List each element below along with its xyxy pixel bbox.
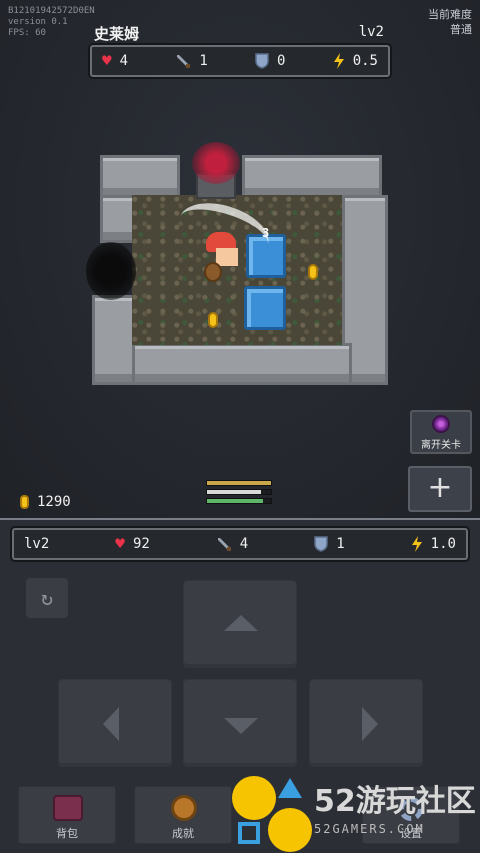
refresh-button[interactable]: ↻	[26, 578, 68, 618]
player-speed-value: 1.0	[430, 536, 456, 552]
arrow-right-icon	[362, 707, 378, 741]
exit-level-button[interactable]: 离开关卡	[410, 410, 472, 454]
player-defense-value: 1	[336, 536, 345, 552]
hero-face	[216, 248, 238, 266]
bag-icon	[53, 795, 83, 821]
player-status-bars	[206, 480, 272, 507]
difficulty-value: 普通	[450, 23, 472, 36]
coin-icon	[20, 495, 29, 509]
enemy-speed-value: 0.5	[352, 53, 378, 69]
enemy-hp-value: 4	[119, 53, 129, 69]
player-hp-value: 92	[132, 536, 150, 552]
player-level: lv2	[24, 536, 50, 552]
black-smoke-effect	[86, 242, 136, 300]
exit-level-label: 离开关卡	[421, 440, 461, 451]
tab-bag[interactable]: 背包	[18, 786, 116, 844]
debug-info: B12101942572D0EN version 0.1 FPS: 60	[8, 6, 95, 39]
player-defense-stat: 1	[314, 536, 345, 552]
status-bar	[206, 498, 272, 504]
watermark-triangle-icon	[278, 778, 302, 798]
enemy-level: lv2	[358, 24, 384, 40]
dpad-up-button[interactable]	[183, 580, 297, 668]
gold-counter: 1290	[20, 494, 71, 510]
watermark-square-icon	[238, 822, 260, 844]
enemy-name: 史莱姆	[94, 25, 140, 43]
enemy-defense-stat: 0	[255, 53, 285, 69]
arrow-down-icon	[224, 718, 258, 734]
hero-shield	[204, 262, 222, 282]
coin-pickup	[308, 264, 318, 280]
player-stats-bar: lv2 ♥ 92 4 1 1.0	[12, 528, 468, 560]
add-button[interactable]: +	[408, 466, 472, 512]
watermark-circle-icon	[232, 776, 276, 820]
watermark-brand-number: 52	[314, 784, 356, 819]
dpad-right-button[interactable]	[309, 679, 423, 767]
status-bar	[206, 489, 272, 495]
wall-top-left	[100, 155, 180, 199]
wall-top-right	[242, 155, 382, 199]
difficulty-indicator: 当前难度 普通	[428, 7, 472, 37]
game-area: B12101942572D0EN version 0.1 FPS: 60 当前难…	[0, 0, 480, 518]
ice-block-lower	[244, 286, 286, 330]
enemy-speed-stat: 0.5	[333, 53, 378, 69]
fps-counter: FPS: 60	[8, 28, 46, 38]
shield-icon	[255, 53, 269, 69]
enemy-attack-stat: 1	[175, 53, 208, 69]
difficulty-label: 当前难度	[428, 8, 472, 21]
enemy-defense-value: 0	[277, 53, 286, 69]
arrow-up-icon	[224, 615, 258, 631]
bolt-icon	[411, 536, 422, 552]
version-text: version 0.1	[8, 17, 68, 27]
sword-icon	[217, 538, 231, 551]
wall-bottom	[132, 343, 352, 385]
status-bar-fill	[207, 499, 264, 503]
coin-pickup	[208, 312, 218, 328]
player-hp-stat: ♥ 92	[115, 534, 150, 553]
medal-icon	[171, 795, 197, 821]
dpad-left-button[interactable]	[58, 679, 172, 767]
portal-icon	[432, 415, 450, 433]
refresh-icon: ↻	[40, 586, 54, 610]
heart-icon: ♥	[102, 51, 112, 70]
enemy-stats-bar: ♥ 4 1 0 0.5	[90, 45, 390, 77]
bolt-icon	[333, 53, 344, 69]
player-speed-stat: 1.0	[411, 536, 456, 552]
gold-amount: 1290	[37, 494, 71, 510]
status-bar	[206, 480, 272, 486]
build-id: B12101942572D0EN	[8, 6, 95, 16]
enemy-attack-value: 1	[199, 53, 208, 69]
status-bar-fill	[207, 490, 262, 494]
tab-achievements-label: 成就	[172, 827, 194, 840]
sword-icon	[177, 55, 191, 68]
watermark-brand-text: 游玩社区	[355, 784, 476, 819]
enemy-hp-stat: ♥ 4	[102, 51, 129, 70]
red-smoke-effect	[192, 142, 240, 184]
heart-icon: ♥	[115, 534, 125, 553]
dpad-down-button[interactable]	[183, 679, 297, 767]
dungeon-room	[92, 155, 388, 391]
player-attack-value: 4	[239, 536, 249, 552]
arrow-left-icon	[103, 707, 119, 741]
tab-bag-label: 背包	[56, 827, 78, 840]
watermark-logo: 52游玩社区 52GAMERS.COM	[232, 776, 480, 853]
player-attack-stat: 4	[216, 536, 248, 552]
watermark-brand: 52游玩社区	[314, 776, 476, 820]
shield-icon	[314, 536, 328, 552]
tab-achievements[interactable]: 成就	[134, 786, 232, 844]
watermark-site: 52GAMERS.COM	[314, 822, 425, 836]
watermark-cross-icon	[268, 808, 312, 852]
status-bar-fill	[207, 481, 271, 485]
